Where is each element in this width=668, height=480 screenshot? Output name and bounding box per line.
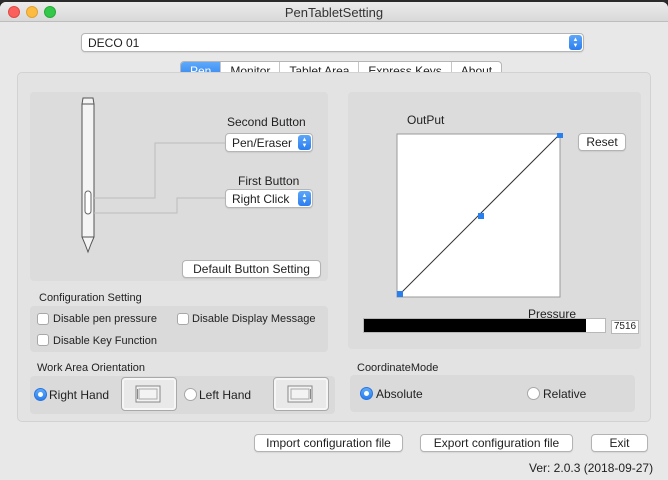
default-button-setting-button[interactable]: Default Button Setting <box>182 260 321 278</box>
left-hand-radio[interactable] <box>184 388 197 401</box>
export-configuration-button[interactable]: Export configuration file <box>420 434 573 452</box>
first-button-select[interactable]: Right Click ▲ ▼ <box>225 189 313 208</box>
import-configuration-button[interactable]: Import configuration file <box>254 434 403 452</box>
title-bar: PenTabletSetting <box>0 2 668 22</box>
relative-label: Relative <box>543 387 587 401</box>
device-select[interactable]: DECO 01 ▲ ▼ <box>81 33 584 52</box>
configuration-setting-title: Configuration Setting <box>39 292 142 304</box>
absolute-radio[interactable] <box>360 387 373 400</box>
disable-display-message-label: Disable Display Message <box>192 313 316 325</box>
device-select-value: DECO 01 <box>88 36 140 50</box>
right-hand-tablet-thumbnail <box>121 377 177 411</box>
tablet-right-hand-icon <box>135 385 161 403</box>
curve-handle-end[interactable] <box>557 133 563 138</box>
pressure-meter-fill <box>364 319 586 332</box>
output-label: OutPut <box>407 113 445 127</box>
window-title: PenTabletSetting <box>284 5 384 20</box>
disable-key-function-checkbox[interactable] <box>37 334 49 346</box>
disable-pen-pressure-checkbox[interactable] <box>37 313 49 325</box>
pressure-value: 7516 <box>611 320 639 334</box>
exit-button[interactable]: Exit <box>591 434 648 452</box>
first-button-value: Right Click <box>232 192 290 206</box>
select-stepper-icon: ▲ ▼ <box>569 35 582 50</box>
pressure-curve-graph <box>396 133 563 298</box>
disable-display-message-checkbox[interactable] <box>177 313 189 325</box>
disable-pen-pressure-label: Disable pen pressure <box>53 313 157 325</box>
second-button-select[interactable]: Pen/Eraser ▲ ▼ <box>225 133 313 152</box>
right-hand-radio[interactable] <box>34 388 47 401</box>
relative-radio[interactable] <box>527 387 540 400</box>
curve-handle-start[interactable] <box>397 291 403 297</box>
absolute-label: Absolute <box>376 387 423 401</box>
curve-handle-mid[interactable] <box>478 213 484 219</box>
second-button-value: Pen/Eraser <box>232 136 293 150</box>
left-hand-tablet-thumbnail <box>273 377 329 411</box>
pen-illustration-icon <box>81 97 95 254</box>
tablet-left-hand-icon <box>287 385 313 403</box>
coordinate-mode-title: CoordinateMode <box>357 362 439 374</box>
second-button-label: Second Button <box>227 115 306 129</box>
work-area-orientation-title: Work Area Orientation <box>37 362 146 374</box>
reset-button[interactable]: Reset <box>578 133 626 151</box>
first-button-label: First Button <box>238 174 300 188</box>
right-hand-label: Right Hand <box>49 388 110 402</box>
version-label: Ver: 2.0.3 (2018-09-27) <box>529 461 654 475</box>
select-stepper-icon: ▲ ▼ <box>298 191 311 206</box>
left-hand-label: Left Hand <box>199 388 252 402</box>
pressure-meter <box>363 318 606 333</box>
disable-key-function-label: Disable Key Function <box>53 335 157 347</box>
select-stepper-icon: ▲ ▼ <box>298 135 311 150</box>
app-window: PenTabletSetting DECO 01 ▲ ▼ Pen Monitor … <box>0 2 668 480</box>
